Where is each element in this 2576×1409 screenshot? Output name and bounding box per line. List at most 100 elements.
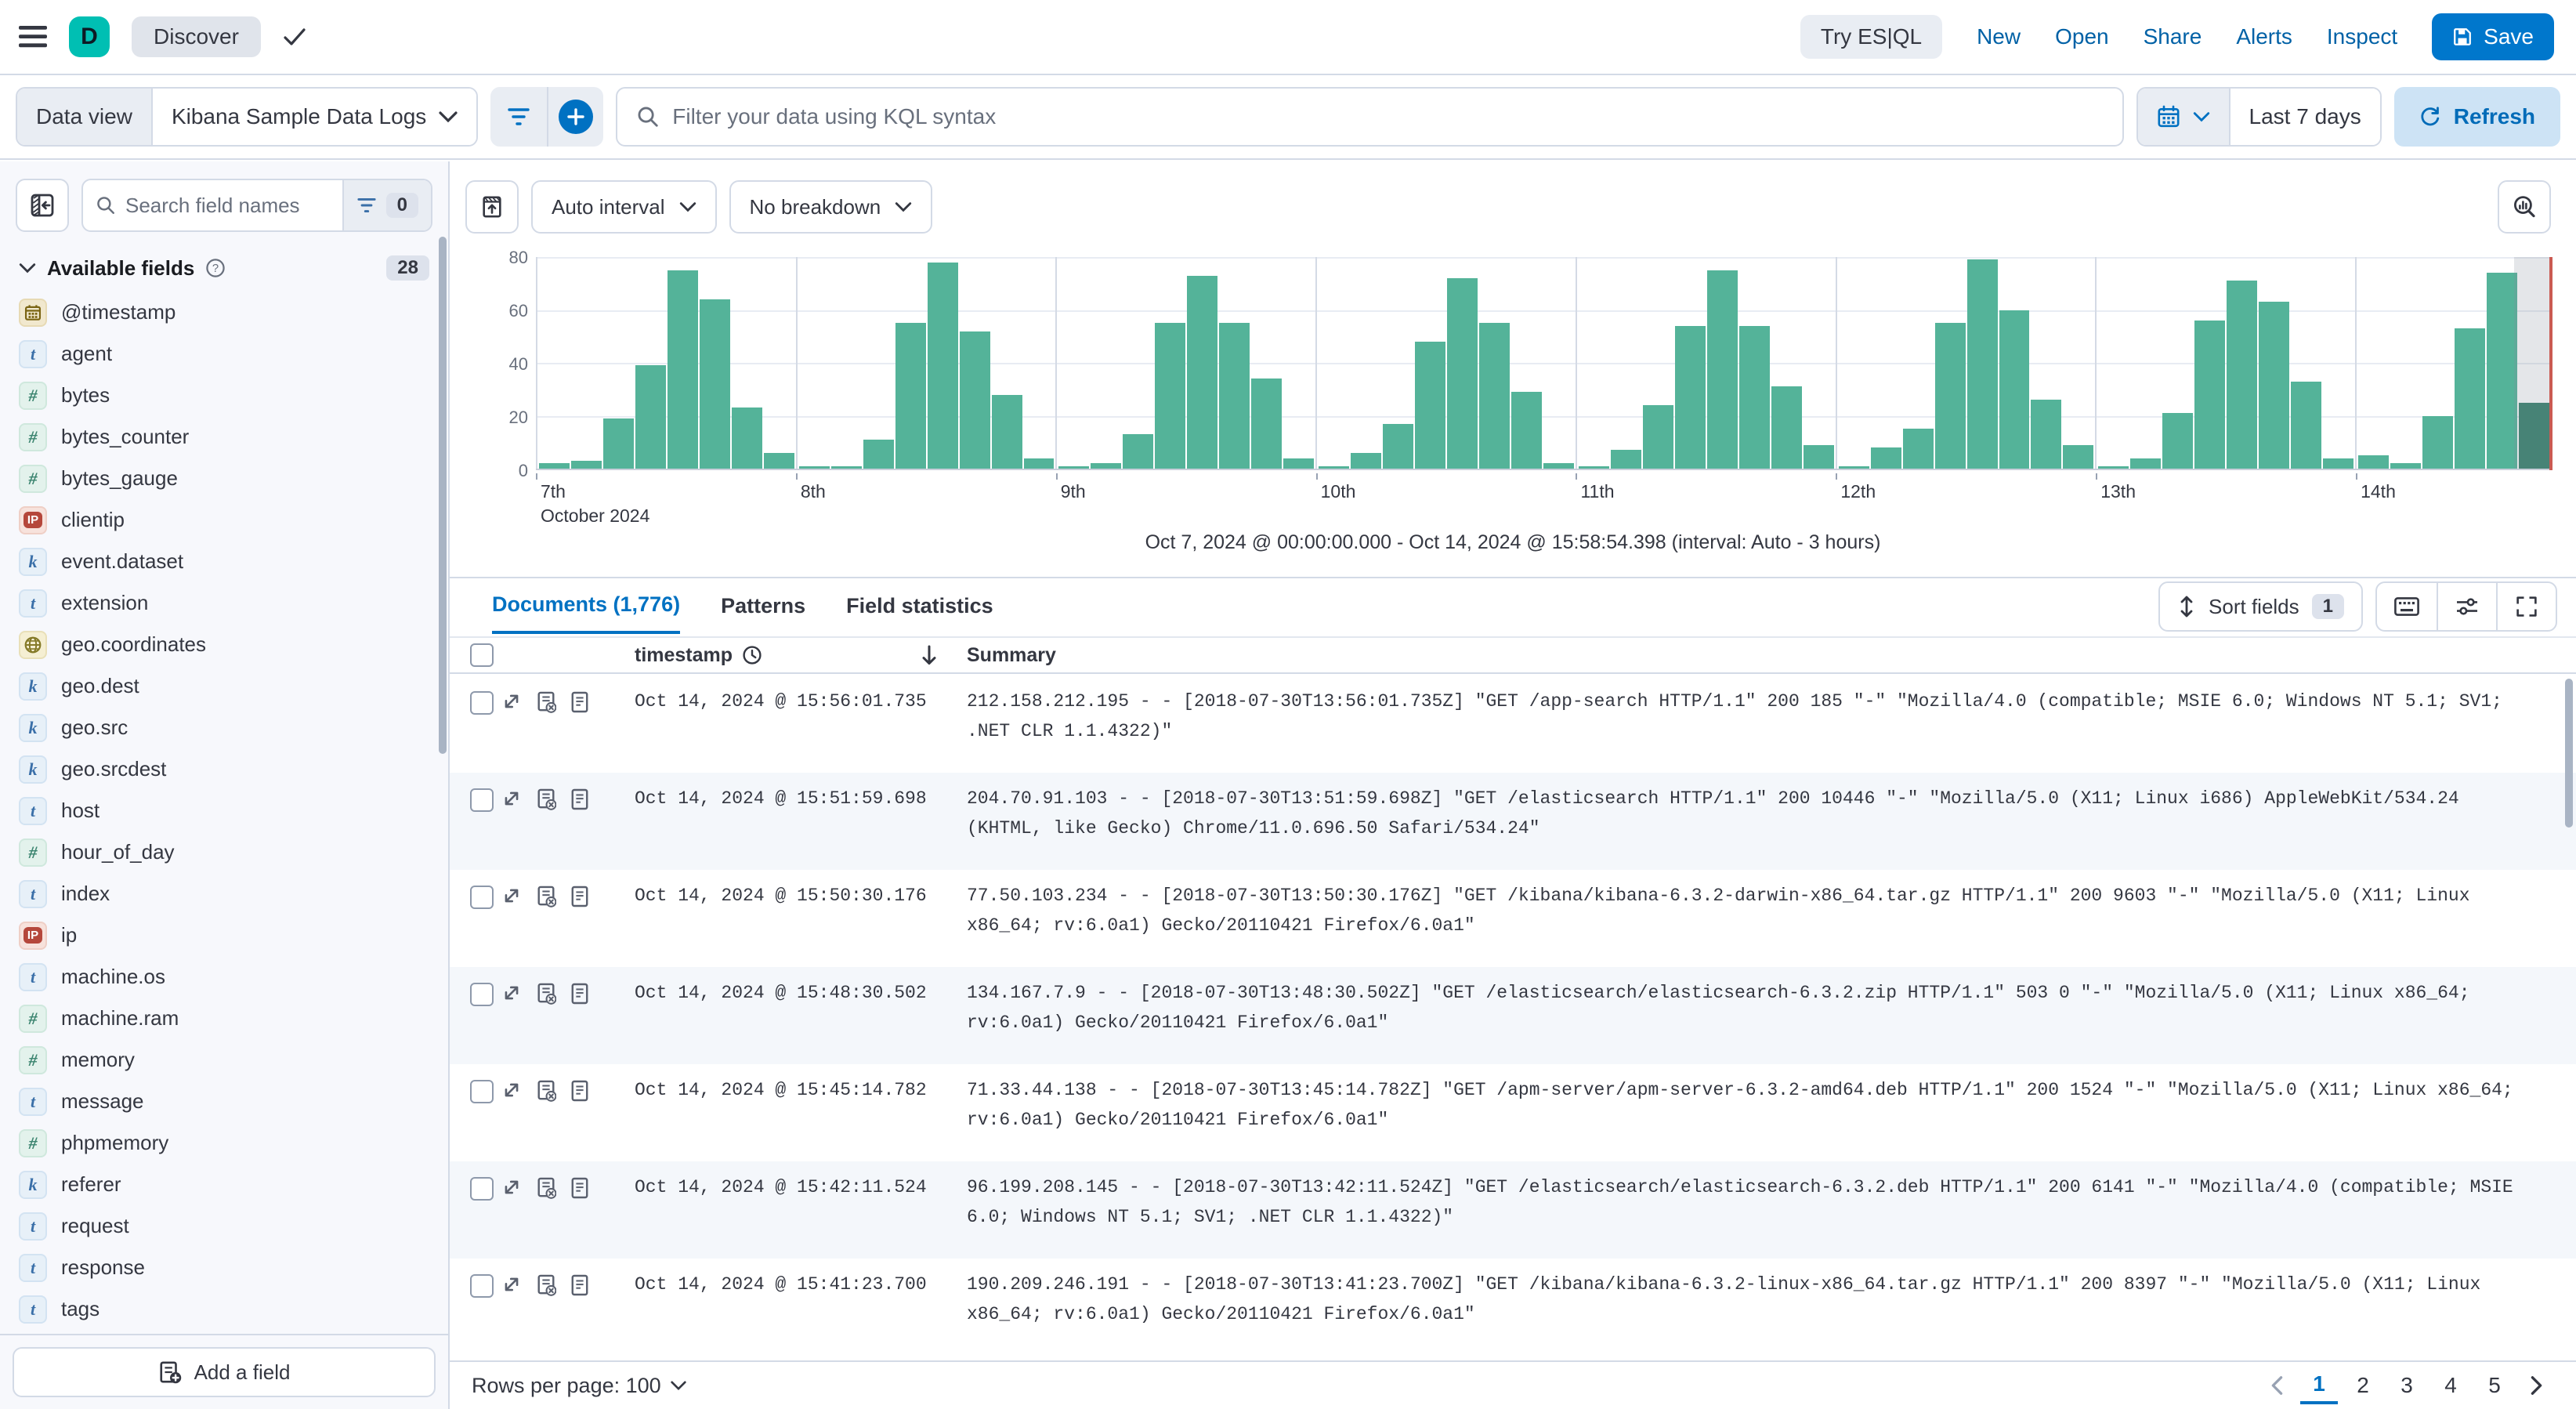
histogram-bar[interactable] — [1447, 278, 1478, 469]
histogram-bar[interactable] — [1999, 310, 2030, 469]
histogram-bar[interactable] — [1219, 323, 1250, 469]
menu-icon[interactable] — [19, 26, 47, 48]
doc-table-details-icon[interactable] — [536, 1177, 556, 1199]
field-item-referer[interactable]: k referer — [0, 1164, 439, 1205]
field-item-geocoordinates[interactable]: geo.coordinates — [0, 624, 439, 665]
histogram-bar[interactable] — [1674, 325, 1706, 469]
interval-select[interactable]: Auto interval — [531, 180, 717, 234]
field-item-timestamp[interactable]: @timestamp — [0, 292, 439, 333]
page-2[interactable]: 2 — [2344, 1367, 2382, 1404]
add-filter-icon[interactable] — [547, 87, 603, 147]
histogram-bar[interactable] — [2130, 458, 2162, 469]
histogram-bar[interactable] — [667, 270, 698, 469]
refresh-button[interactable]: Refresh — [2393, 87, 2560, 147]
histogram-bar[interactable] — [1058, 465, 1090, 469]
field-item-clientip[interactable]: IP clientip — [0, 499, 439, 541]
sort-desc-icon[interactable] — [920, 644, 939, 666]
row-checkbox[interactable] — [470, 691, 494, 715]
single-document-icon[interactable] — [570, 788, 589, 810]
tab-field-statistics[interactable]: Field statistics — [846, 581, 993, 632]
histogram-bar[interactable] — [2455, 328, 2486, 469]
field-item-ip[interactable]: IP ip — [0, 915, 439, 956]
histogram-bar[interactable] — [1123, 434, 1154, 469]
field-item-machineram[interactable]: # machine.ram — [0, 998, 439, 1039]
field-item-bytes[interactable]: # bytes — [0, 375, 439, 416]
histogram-bar[interactable] — [863, 439, 894, 469]
timestamp-column-header[interactable]: timestamp — [635, 644, 733, 667]
date-picker-button[interactable] — [2137, 89, 2229, 145]
expand-document-icon[interactable] — [501, 788, 522, 809]
histogram-bar[interactable] — [1838, 465, 1869, 469]
field-item-message[interactable]: t message — [0, 1081, 439, 1122]
expand-document-icon[interactable] — [501, 1274, 522, 1295]
doc-table-details-icon[interactable] — [536, 886, 556, 907]
field-item-host[interactable]: t host — [0, 790, 439, 831]
histogram-bar[interactable] — [798, 465, 830, 469]
next-page-icon[interactable] — [2520, 1367, 2554, 1404]
histogram-bar[interactable] — [570, 460, 602, 469]
breakdown-select[interactable]: No breakdown — [729, 180, 933, 234]
histogram-bar[interactable] — [1155, 323, 1186, 469]
field-item-extension[interactable]: t extension — [0, 582, 439, 624]
histogram-bar[interactable] — [1283, 458, 1315, 469]
display-options-icon[interactable] — [2437, 583, 2496, 630]
time-range-value[interactable]: Last 7 days — [2228, 89, 2380, 145]
histogram-bar[interactable] — [2227, 281, 2258, 469]
sidebar-scrollbar-thumb[interactable] — [439, 237, 447, 754]
histogram-bar[interactable] — [1351, 452, 1382, 469]
histogram-bar[interactable] — [1578, 465, 1609, 469]
field-item-geosrcdest[interactable]: k geo.srcdest — [0, 748, 439, 790]
field-item-eventdataset[interactable]: k event.dataset — [0, 541, 439, 582]
field-item-tags[interactable]: t tags — [0, 1288, 439, 1330]
histogram-bar[interactable] — [2358, 455, 2390, 469]
field-item-bytes-counter[interactable]: # bytes_counter — [0, 416, 439, 458]
nav-inspect[interactable]: Inspect — [2327, 24, 2397, 49]
histogram-bar[interactable] — [1383, 423, 1414, 469]
histogram-bar[interactable] — [1511, 392, 1542, 469]
histogram-bar[interactable] — [895, 323, 926, 469]
page-3[interactable]: 3 — [2388, 1367, 2426, 1404]
row-checkbox[interactable] — [470, 983, 494, 1006]
single-document-icon[interactable] — [570, 983, 589, 1005]
try-esql-button[interactable]: Try ES|QL — [1800, 15, 1943, 59]
field-item-phpmemory[interactable]: # phpmemory — [0, 1122, 439, 1164]
help-icon[interactable]: ? — [205, 258, 226, 278]
summary-column-header[interactable]: Summary — [967, 644, 1056, 667]
kql-search-input[interactable]: Filter your data using KQL syntax — [616, 87, 2124, 147]
expand-document-icon[interactable] — [501, 886, 522, 906]
row-checkbox[interactable] — [470, 886, 494, 909]
table-scrollbar-thumb[interactable] — [2565, 679, 2573, 828]
nav-open[interactable]: Open — [2055, 24, 2109, 49]
collapse-sidebar-icon[interactable] — [16, 179, 69, 232]
check-icon[interactable] — [283, 27, 306, 46]
histogram-bar[interactable] — [991, 394, 1022, 469]
histogram-bar[interactable] — [1415, 342, 1446, 469]
field-item-hour-of-day[interactable]: # hour_of_day — [0, 831, 439, 873]
single-document-icon[interactable] — [570, 691, 589, 713]
field-item-bytes-gauge[interactable]: # bytes_gauge — [0, 458, 439, 499]
histogram-chart[interactable] — [536, 257, 2552, 470]
histogram-bar[interactable] — [1319, 465, 1350, 469]
page-4[interactable]: 4 — [2432, 1367, 2469, 1404]
histogram-bar[interactable] — [927, 262, 958, 469]
tab-patterns[interactable]: Patterns — [721, 581, 805, 632]
data-view-button[interactable]: Kibana Sample Data Logs — [150, 89, 477, 145]
histogram-bar[interactable] — [1091, 463, 1122, 469]
field-search-input[interactable]: Search field names 0 — [81, 179, 432, 232]
app-logo[interactable]: D — [69, 16, 110, 57]
save-button[interactable]: Save — [2432, 13, 2554, 60]
histogram-bar[interactable] — [2098, 465, 2129, 469]
single-document-icon[interactable] — [570, 1177, 589, 1199]
previous-page-icon[interactable] — [2259, 1367, 2294, 1404]
sort-fields-button[interactable]: Sort fields 1 — [2158, 581, 2363, 632]
histogram-bar[interactable] — [2031, 400, 2062, 469]
histogram-bar[interactable] — [1934, 323, 1966, 469]
field-filter-toggle[interactable]: 0 — [342, 180, 431, 230]
histogram-bar[interactable] — [1902, 429, 1934, 469]
histogram-bar[interactable] — [1706, 270, 1738, 469]
field-item-request[interactable]: t request — [0, 1205, 439, 1247]
histogram-bar[interactable] — [1642, 405, 1673, 469]
single-document-icon[interactable] — [570, 1274, 589, 1296]
histogram-bar[interactable] — [2194, 321, 2226, 469]
row-checkbox[interactable] — [470, 1274, 494, 1298]
